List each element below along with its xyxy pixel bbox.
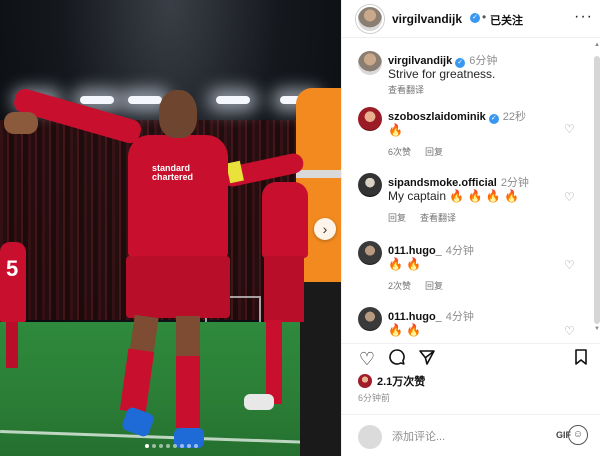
carousel-dot <box>151 444 156 448</box>
comment-text: 🔥 🔥 <box>388 323 422 337</box>
comment-username[interactable]: 011.hugo_ <box>388 311 442 323</box>
carousel-dot <box>193 444 198 448</box>
reply-button[interactable]: 回复 <box>388 213 406 223</box>
comment-heart-icon[interactable]: ♡ <box>564 325 576 337</box>
header-separator: • <box>482 10 487 24</box>
like-summary[interactable]: 2.1万次赞 <box>358 372 425 390</box>
post-photo[interactable]: 5 standard chartered › <box>0 0 341 456</box>
liker-avatar <box>358 374 372 388</box>
comment-avatar[interactable] <box>358 107 382 131</box>
add-comment-bar: GIF ☺ <box>342 414 600 456</box>
carousel-dot <box>179 444 184 448</box>
comment-time: 4分钟 <box>445 311 474 323</box>
comment-heart-icon[interactable]: ♡ <box>564 123 576 135</box>
comment-time: 4分钟 <box>445 245 474 257</box>
comment-text: My captain 🔥 🔥 🔥 🔥 <box>388 189 520 203</box>
comment-avatar[interactable] <box>358 173 382 197</box>
scroll-down-arrow-icon[interactable]: ▼ <box>594 326 600 332</box>
carousel-dot <box>186 444 191 448</box>
comment-username[interactable]: szoboszlaidominik <box>388 111 486 123</box>
more-options-icon[interactable]: ··· <box>574 8 593 26</box>
author-username[interactable]: virgilvandijk <box>392 12 462 26</box>
comment-input[interactable] <box>392 428 542 446</box>
carousel-dot <box>172 444 177 448</box>
comment-heart-icon[interactable]: ♡ <box>564 259 576 271</box>
scrollbar[interactable] <box>594 56 600 324</box>
comment-username[interactable]: 011.hugo_ <box>388 245 442 257</box>
scroll-up-arrow-icon[interactable]: ▲ <box>594 42 600 48</box>
post-panel: virgilvandijk ✓ • 已关注 ··· virgilvandijk ✓… <box>341 0 600 456</box>
comment-username[interactable]: sipandsmoke.official <box>388 177 497 189</box>
follow-status-button[interactable]: 已关注 <box>490 12 523 28</box>
author-avatar[interactable] <box>356 5 384 33</box>
verified-badge-icon: ✓ <box>470 13 480 23</box>
jersey-sponsor-logo: standard chartered <box>152 163 194 182</box>
reply-button[interactable]: 回复 <box>425 281 443 291</box>
like-count[interactable]: 2.1万次赞 <box>377 373 425 389</box>
bookmark-icon[interactable] <box>570 348 592 370</box>
comment-time: 2分钟 <box>500 177 529 189</box>
carousel-dot <box>144 444 149 448</box>
comment-avatar[interactable] <box>358 241 382 265</box>
comment-time: 22秒 <box>502 111 527 123</box>
reply-button[interactable]: 回复 <box>425 147 443 157</box>
post-header: virgilvandijk ✓ • 已关注 ··· <box>342 0 600 38</box>
caption-time: 6分钟 <box>469 55 498 67</box>
post-actions: ♡ <box>342 343 600 371</box>
caption-avatar[interactable] <box>358 51 382 75</box>
comment-likes[interactable]: 2次赞 <box>388 281 411 291</box>
comment-likes[interactable]: 6次赞 <box>388 147 411 157</box>
comment-text: 🔥 🔥 <box>388 257 422 271</box>
jersey <box>128 135 228 260</box>
carousel-dot <box>165 444 170 448</box>
comment-heart-icon[interactable]: ♡ <box>564 191 576 203</box>
carousel-dot <box>158 444 163 448</box>
player-main: standard chartered <box>0 0 341 456</box>
comment-avatar[interactable] <box>358 307 382 331</box>
send-icon[interactable] <box>416 348 438 370</box>
post-timestamp: 6分钟前 <box>358 393 391 403</box>
carousel-dots <box>116 444 226 448</box>
next-photo-button[interactable]: › <box>314 218 336 240</box>
comments-list[interactable]: virgilvandijk ✓ 6分钟 Strive for greatness. … <box>342 39 600 341</box>
heart-icon[interactable]: ♡ <box>356 348 378 370</box>
caption-username[interactable]: virgilvandijk <box>388 55 452 67</box>
see-translation-link[interactable]: 查看翻译 <box>420 213 456 223</box>
see-translation-link[interactable]: 查看翻译 <box>388 85 424 95</box>
caption-text: Strive for greatness. <box>388 67 496 81</box>
comment-icon[interactable] <box>386 348 408 370</box>
verified-badge-icon: ✓ <box>488 114 499 124</box>
current-user-avatar <box>358 425 382 449</box>
comment-text: 🔥 <box>388 123 403 137</box>
emoji-icon[interactable]: ☺ <box>568 425 588 445</box>
